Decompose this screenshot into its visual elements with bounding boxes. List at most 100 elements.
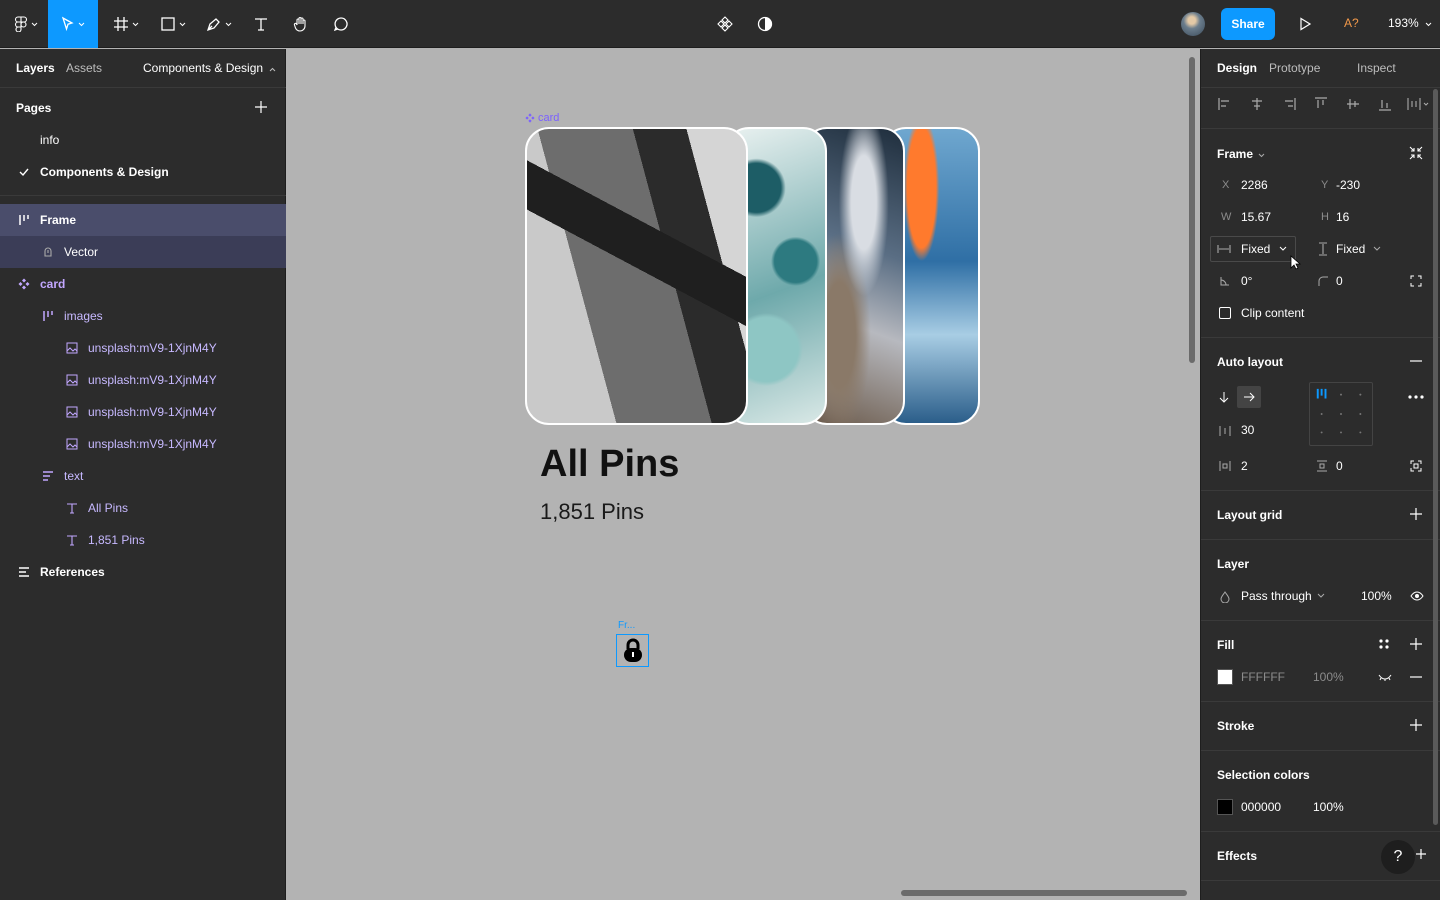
tab-assets[interactable]: Assets — [66, 61, 102, 75]
distribute-button[interactable] — [1406, 96, 1432, 112]
hand-tool-button[interactable] — [284, 0, 318, 48]
frame-tool-button[interactable] — [106, 0, 146, 48]
alignment-grid[interactable] — [1309, 382, 1373, 446]
corner-radius-input[interactable]: 0 — [1336, 274, 1343, 288]
layer-vector[interactable]: Vector — [0, 236, 286, 268]
multiplayer-indicator[interactable]: A? — [1344, 16, 1359, 30]
align-center-h-button[interactable] — [1249, 96, 1265, 112]
frame-label[interactable]: Fr... — [618, 620, 635, 631]
layer-text-group[interactable]: text — [0, 460, 286, 492]
y-input[interactable]: -230 — [1336, 178, 1360, 192]
vertical-resizing-dropdown[interactable]: Fixed — [1336, 242, 1365, 256]
layer-text[interactable]: 1,851 Pins — [0, 524, 286, 556]
horizontal-padding-input[interactable]: 2 — [1241, 459, 1248, 473]
layer-text[interactable]: All Pins — [0, 492, 286, 524]
independent-corners-button[interactable] — [1409, 274, 1423, 288]
width-input[interactable]: 15.67 — [1241, 210, 1271, 224]
vertical-scrollbar[interactable] — [1189, 57, 1195, 363]
page-item-info[interactable]: info — [0, 124, 286, 156]
selection-color-swatch[interactable] — [1217, 799, 1233, 815]
add-effect-button[interactable] — [1415, 848, 1427, 860]
page-dropdown[interactable]: Components & Design — [143, 61, 276, 75]
toolbar: Share A? 193% — [0, 0, 1440, 48]
spacing-input[interactable]: 30 — [1241, 423, 1254, 437]
rotation-icon — [1219, 275, 1231, 287]
selection-color-opacity[interactable]: 100% — [1313, 800, 1344, 814]
layer-image[interactable]: unsplash:mV9-1XjnM4Y — [0, 364, 286, 396]
hand-icon — [293, 16, 306, 32]
remove-auto-layout-button[interactable] — [1409, 354, 1423, 368]
help-button[interactable]: ? — [1381, 840, 1415, 874]
align-bottom-button[interactable] — [1377, 96, 1393, 112]
selection-colors-title: Selection colors — [1217, 768, 1310, 782]
layer-frame[interactable]: Frame — [0, 204, 286, 236]
layer-image[interactable]: unsplash:mV9-1XjnM4Y — [0, 428, 286, 460]
page-label: Components & Design — [40, 165, 169, 179]
add-layout-grid-button[interactable] — [1409, 507, 1423, 521]
comment-tool-button[interactable] — [324, 0, 358, 48]
divider — [0, 87, 286, 88]
card-pin-count[interactable]: 1,851 Pins — [540, 499, 644, 525]
pen-tool-button[interactable] — [198, 0, 240, 48]
fill-opacity-input[interactable]: 100% — [1313, 670, 1344, 684]
zoom-dropdown[interactable]: 193% — [1388, 16, 1432, 30]
tab-design[interactable]: Design — [1217, 61, 1257, 75]
layer-card[interactable]: card — [0, 268, 286, 300]
layer-references[interactable]: References — [0, 556, 286, 588]
canvas[interactable]: card All Pins 1,851 Pins Fr... — [287, 49, 1199, 900]
move-tool-button[interactable] — [48, 0, 98, 48]
vertical-padding-input[interactable]: 0 — [1336, 459, 1343, 473]
right-panel-scrollbar[interactable] — [1433, 89, 1438, 825]
page-item-components-design[interactable]: Components & Design — [0, 156, 286, 188]
present-button[interactable] — [1290, 0, 1320, 48]
remove-fill-button[interactable] — [1409, 670, 1423, 684]
align-right-button[interactable] — [1281, 96, 1297, 112]
layer-image[interactable]: unsplash:mV9-1XjnM4Y — [0, 396, 286, 428]
align-left-icon — [1218, 98, 1229, 110]
selection-color-hex[interactable]: 000000 — [1241, 800, 1281, 814]
card-title[interactable]: All Pins — [540, 443, 679, 486]
align-center-v-button[interactable] — [1345, 96, 1361, 112]
tab-layers[interactable]: Layers — [16, 61, 55, 75]
styles-button[interactable] — [1377, 637, 1391, 651]
height-input[interactable]: 16 — [1336, 210, 1349, 224]
user-avatar[interactable] — [1181, 12, 1205, 36]
align-top-button[interactable] — [1313, 96, 1329, 112]
layer-image[interactable]: unsplash:mV9-1XjnM4Y — [0, 332, 286, 364]
components-button[interactable] — [708, 0, 742, 48]
fill-hex-input[interactable]: FFFFFF — [1241, 670, 1285, 684]
auto-layout-more-button[interactable] — [1407, 390, 1425, 404]
add-fill-button[interactable] — [1409, 637, 1423, 651]
layer-opacity-input[interactable]: 100% — [1361, 589, 1392, 603]
fill-visibility-toggle[interactable] — [1377, 671, 1393, 683]
individual-padding-button[interactable] — [1409, 459, 1423, 473]
direction-horizontal-button[interactable] — [1237, 386, 1261, 408]
resize-to-fit-button[interactable] — [1408, 145, 1424, 161]
frame-section-title[interactable]: Frame — [1217, 147, 1265, 161]
clip-content-checkbox[interactable] — [1218, 306, 1232, 320]
main-menu-button[interactable] — [6, 0, 46, 48]
share-button[interactable]: Share — [1221, 8, 1275, 40]
direction-vertical-button[interactable] — [1217, 390, 1231, 404]
horizontal-scrollbar[interactable] — [901, 890, 1187, 896]
x-input[interactable]: 2286 — [1241, 178, 1268, 192]
tab-prototype[interactable]: Prototype — [1269, 61, 1320, 75]
rotation-input[interactable]: 0° — [1241, 274, 1252, 288]
shape-tool-button[interactable] — [152, 0, 194, 48]
card-image-1[interactable] — [525, 127, 748, 425]
component-icon — [16, 276, 32, 292]
selected-frame[interactable] — [616, 634, 649, 667]
add-page-button[interactable] — [253, 99, 269, 115]
text-tool-button[interactable] — [244, 0, 278, 48]
add-stroke-button[interactable] — [1409, 718, 1423, 732]
theme-toggle-button[interactable] — [748, 0, 782, 48]
layer-images[interactable]: images — [0, 300, 286, 332]
minus-icon — [1410, 360, 1422, 362]
card-frame-label[interactable]: card — [525, 112, 559, 124]
visibility-toggle[interactable] — [1409, 589, 1425, 603]
align-left-button[interactable] — [1217, 96, 1233, 112]
tab-inspect[interactable]: Inspect — [1357, 61, 1396, 75]
blend-mode-dropdown[interactable]: Pass through — [1241, 589, 1312, 603]
fill-color-swatch[interactable] — [1217, 669, 1233, 685]
stroke-section-title: Stroke — [1217, 719, 1255, 733]
